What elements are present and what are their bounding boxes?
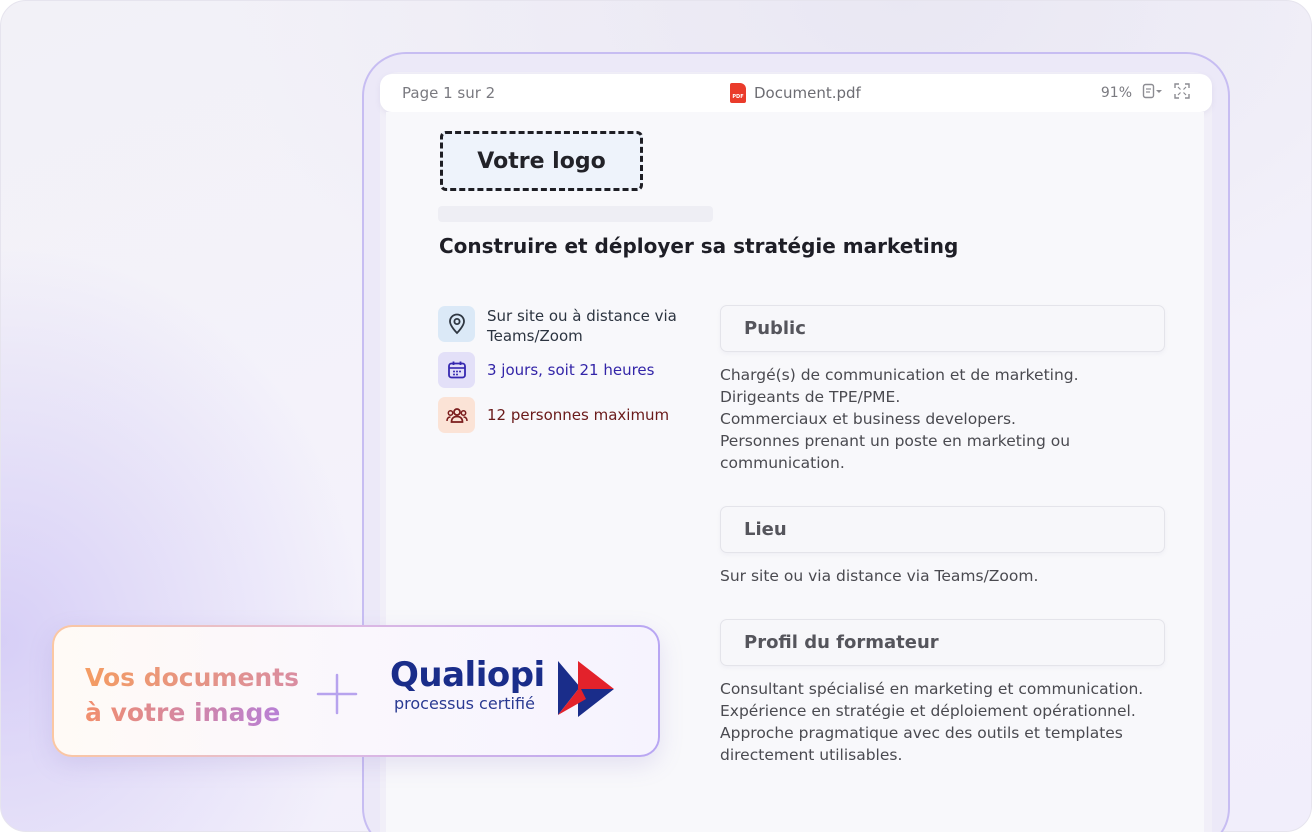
info-location: Sur site ou à distance via Teams/Zoom: [438, 306, 677, 346]
location-pin-icon: [438, 306, 475, 342]
qualiopi-subtitle: processus certifié: [394, 694, 535, 713]
info-duration-text: 3 jours, soit 21 heures: [487, 361, 655, 379]
document-title-group: PDF Document.pdf: [730, 74, 861, 112]
promo-line-2: à votre image: [85, 695, 299, 730]
document-heading: Construire et déployer sa stratégie mark…: [439, 234, 959, 258]
section-heading-lieu: Lieu: [720, 506, 1165, 553]
info-duration: 3 jours, soit 21 heures: [438, 352, 654, 388]
pdf-viewer-toolbar: Page 1 sur 2 PDF Document.pdf 91%: [380, 74, 1212, 112]
section-body-formateur: Consultant spécialisé en marketing et co…: [720, 680, 1144, 764]
section-body-lieu: Sur site ou via distance via Teams/Zoom.: [720, 567, 1039, 585]
info-capacity-text: 12 personnes maximum: [487, 406, 670, 424]
people-group-icon: [438, 397, 475, 433]
calendar-icon: [438, 352, 475, 388]
zoom-level[interactable]: 91%: [1101, 85, 1132, 101]
section-heading-formateur: Profil du formateur: [720, 619, 1165, 666]
promo-tagline: Vos documents à votre image: [85, 660, 299, 730]
document-file-name: Document.pdf: [754, 84, 861, 102]
info-capacity: 12 personnes maximum: [438, 397, 669, 433]
promo-line-1: Vos documents: [85, 660, 299, 695]
page-view-icon[interactable]: [1142, 83, 1164, 103]
logo-placeholder[interactable]: Votre logo: [440, 131, 643, 191]
page-indicator: Page 1 sur 2: [402, 84, 496, 102]
pdf-icon: PDF: [730, 83, 746, 103]
qualiopi-wordmark: Qualiopi: [390, 655, 545, 695]
promo-banner: Vos documents à votre image Qualiopi pro…: [52, 625, 660, 757]
viewer-controls: 91%: [1101, 74, 1190, 112]
section-heading-public: Public: [720, 305, 1165, 352]
plus-icon: [316, 673, 358, 715]
fullscreen-icon[interactable]: [1174, 83, 1190, 103]
info-location-text: Sur site ou à distance via Teams/Zoom: [487, 307, 677, 345]
qualiopi-mark-icon: [558, 661, 614, 717]
subtitle-placeholder-bar: [438, 206, 713, 222]
section-body-public: Chargé(s) de communication et de marketi…: [720, 366, 1079, 472]
qualiopi-logo: Qualiopi processus certifié: [390, 655, 545, 713]
